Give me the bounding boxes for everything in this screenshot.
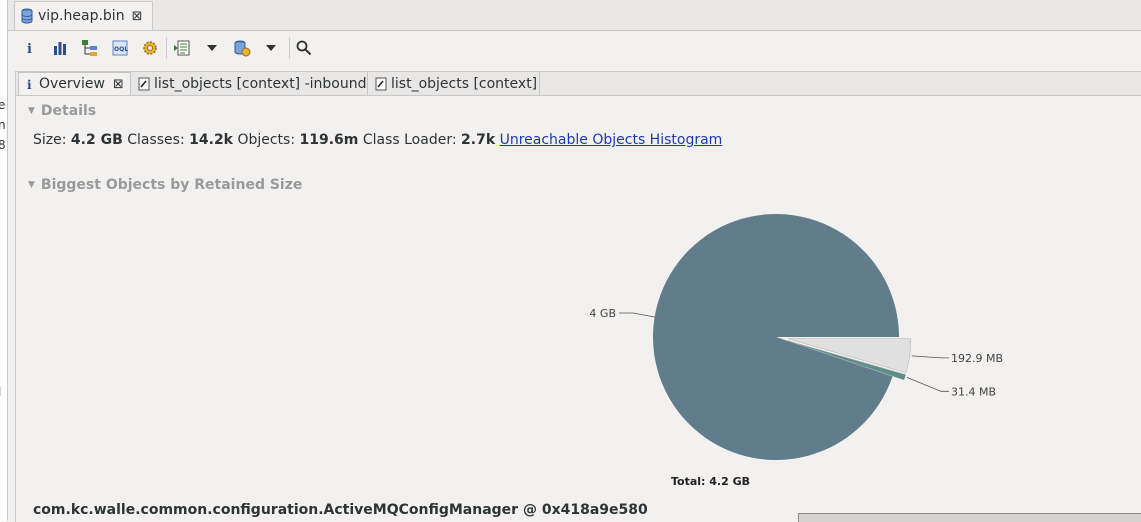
- pie-slice[interactable]: [653, 213, 899, 460]
- editor-tab-bar: vip.heap.bin ⊠: [8, 0, 1141, 31]
- retained-size-pie-chart[interactable]: 192.9 MB 31.4 MB 4 GB Total: 4.2 GB: [16, 72, 1141, 497]
- search-icon[interactable]: [294, 38, 314, 58]
- pie-slice-label: 4 GB: [589, 307, 616, 320]
- toolbar-separator: [166, 37, 167, 59]
- editor-tab-title: vip.heap.bin: [38, 8, 125, 24]
- database-icon: [21, 8, 33, 24]
- pie-slice-label: 31.4 MB: [951, 385, 996, 398]
- run-report-icon[interactable]: [172, 38, 192, 58]
- pie-leader-line: [911, 355, 949, 359]
- svg-text:OQL: OQL: [114, 46, 128, 53]
- left-strip-text: n: [0, 118, 6, 132]
- pie-leader-line: [619, 312, 655, 318]
- info-icon[interactable]: i: [20, 38, 40, 58]
- editor-tab-heap[interactable]: vip.heap.bin ⊠: [14, 1, 153, 30]
- oql-icon[interactable]: OQL: [110, 38, 130, 58]
- close-icon[interactable]: ⊠: [132, 9, 143, 24]
- selected-object-label: com.kc.walle.common.configuration.Active…: [33, 502, 648, 518]
- pie-total-label: Total: 4.2 GB: [671, 475, 750, 488]
- dropdown-arrow-icon[interactable]: [205, 38, 219, 58]
- pie-leader-line: [906, 376, 949, 392]
- toolbar-separator: [289, 37, 290, 59]
- histogram-icon[interactable]: [50, 38, 70, 58]
- left-strip-text: 8: [0, 138, 6, 152]
- pie-slice-label: 192.9 MB: [951, 352, 1003, 365]
- left-panel-edge: e n 8 l: [0, 0, 8, 521]
- svg-text:i: i: [27, 42, 32, 56]
- query-browser-icon[interactable]: [232, 38, 252, 58]
- dropdown-arrow-icon[interactable]: [264, 38, 278, 58]
- overview-content: i Overview ⊠ list_objects [context] -inb…: [15, 71, 1141, 522]
- toolbar: i OQL: [8, 31, 1141, 65]
- left-strip-text: l: [0, 385, 1, 399]
- gear-icon[interactable]: [140, 38, 160, 58]
- left-strip-text: e: [0, 98, 5, 112]
- dominator-tree-icon[interactable]: [80, 38, 100, 58]
